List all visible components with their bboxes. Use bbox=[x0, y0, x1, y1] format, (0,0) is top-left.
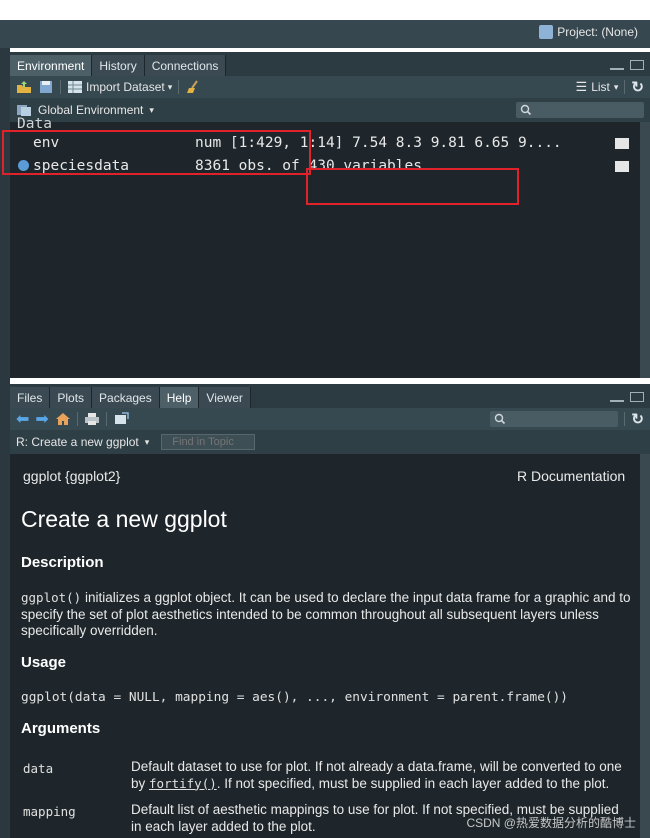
forward-arrow-icon[interactable]: ➡ bbox=[35, 409, 48, 429]
tab-packages[interactable]: Packages bbox=[92, 387, 160, 408]
toolbar-divider bbox=[60, 80, 61, 94]
view-grid-icon[interactable] bbox=[615, 161, 629, 172]
env-window-buttons bbox=[610, 60, 650, 76]
list-icon: ☰ bbox=[575, 79, 588, 94]
list-view-toggle[interactable]: ☰ List ▾ bbox=[576, 79, 619, 95]
home-icon[interactable] bbox=[55, 412, 71, 426]
help-content: ggplot {ggplot2} R Documentation Create … bbox=[10, 454, 650, 838]
inline-code: ggplot() bbox=[21, 590, 82, 605]
refresh-icon[interactable]: ↻ bbox=[631, 410, 644, 428]
env-toolbar: Import Dataset ▾ ☰ List ▾ ↻ bbox=[10, 76, 650, 98]
annotation-box bbox=[2, 130, 311, 175]
description-heading: Description bbox=[21, 554, 104, 571]
r-environment-icon bbox=[16, 103, 32, 117]
arguments-heading: Arguments bbox=[21, 720, 101, 737]
env-search-input[interactable] bbox=[516, 102, 644, 118]
topic-dropdown-label[interactable]: R: Create a new ggplot bbox=[16, 435, 139, 449]
description-text: ggplot() initializes a ggplot object. It… bbox=[21, 590, 633, 640]
usage-code: ggplot(data = NULL, mapping = aes(), ...… bbox=[21, 690, 569, 705]
search-icon bbox=[495, 413, 506, 425]
back-arrow-icon[interactable]: ⬅ bbox=[16, 409, 29, 429]
find-in-topic-input[interactable] bbox=[161, 434, 256, 450]
chevron-down-icon: ▾ bbox=[167, 81, 173, 92]
tab-plots[interactable]: Plots bbox=[50, 387, 93, 408]
refresh-icon[interactable]: ↻ bbox=[631, 78, 644, 96]
project-icon bbox=[539, 25, 554, 39]
maximize-icon[interactable] bbox=[630, 60, 644, 70]
import-dataset-label: Import Dataset bbox=[86, 80, 165, 94]
view-grid-icon[interactable] bbox=[615, 138, 629, 149]
minimize-icon[interactable] bbox=[610, 400, 624, 402]
project-menu[interactable]: Project: (None) bbox=[539, 25, 638, 39]
maximize-icon[interactable] bbox=[630, 392, 644, 402]
argument-text: . If not specified, must be supplied in … bbox=[216, 775, 610, 791]
table-icon bbox=[68, 81, 82, 93]
fortify-link[interactable]: fortify() bbox=[149, 776, 217, 791]
argument-description: Default dataset to use for plot. If not … bbox=[131, 759, 631, 792]
help-pane: Files Plots Packages Help Viewer ⬅ ➡ ↻ R… bbox=[10, 384, 650, 838]
help-package-header: ggplot {ggplot2} bbox=[23, 468, 121, 484]
tab-help[interactable]: Help bbox=[159, 387, 200, 408]
toolbar-divider bbox=[624, 80, 626, 94]
print-icon[interactable] bbox=[84, 412, 100, 426]
import-dataset-button[interactable]: Import Dataset ▾ bbox=[67, 80, 172, 94]
r-documentation-label: R Documentation bbox=[517, 468, 626, 484]
tab-environment[interactable]: Environment bbox=[10, 55, 93, 76]
help-toolbar: ⬅ ➡ ↻ bbox=[10, 408, 650, 430]
open-in-window-icon[interactable] bbox=[113, 412, 129, 426]
search-icon bbox=[520, 104, 532, 116]
tab-viewer[interactable]: Viewer bbox=[199, 387, 251, 408]
help-title: Create a new ggplot bbox=[21, 506, 227, 532]
toolbar-divider bbox=[76, 412, 78, 426]
toolbar-divider bbox=[105, 412, 107, 426]
description-body: initializes a ggplot object. It can be u… bbox=[21, 590, 631, 638]
list-label: List bbox=[591, 80, 610, 94]
help-tabbar: Files Plots Packages Help Viewer bbox=[10, 384, 650, 408]
help-window-buttons bbox=[610, 392, 650, 408]
save-icon[interactable] bbox=[38, 80, 54, 94]
broom-icon[interactable] bbox=[185, 80, 201, 94]
chevron-down-icon: ▾ bbox=[613, 81, 619, 92]
help-topic-bar: R: Create a new ggplot ▾ bbox=[10, 430, 650, 454]
env-scrollbar[interactable] bbox=[640, 122, 650, 378]
environment-pane: Environment History Connections Import D… bbox=[10, 52, 650, 378]
project-label: Project: (None) bbox=[557, 25, 638, 39]
toolbar-divider bbox=[178, 80, 180, 94]
help-scrollbar[interactable] bbox=[640, 454, 650, 838]
watermark: CSDN @热爱数据分析的酷博士 bbox=[466, 816, 636, 830]
usage-heading: Usage bbox=[21, 654, 67, 671]
tab-history[interactable]: History bbox=[92, 55, 145, 76]
annotation-box bbox=[306, 168, 519, 205]
chevron-down-icon[interactable]: ▾ bbox=[145, 437, 150, 448]
tab-connections[interactable]: Connections bbox=[144, 55, 227, 76]
scope-label[interactable]: Global Environment bbox=[38, 103, 143, 117]
env-scope-bar: Global Environment ▾ bbox=[10, 98, 650, 122]
help-search-input[interactable] bbox=[490, 411, 619, 427]
tab-files[interactable]: Files bbox=[10, 387, 51, 408]
argument-name: mapping bbox=[23, 804, 76, 819]
argument-name: data bbox=[23, 761, 54, 776]
chevron-down-icon[interactable]: ▾ bbox=[149, 105, 154, 116]
toolbar-divider bbox=[624, 412, 626, 426]
load-workspace-icon[interactable] bbox=[16, 80, 32, 94]
minimize-icon[interactable] bbox=[610, 68, 624, 70]
env-tabbar: Environment History Connections bbox=[10, 52, 650, 76]
